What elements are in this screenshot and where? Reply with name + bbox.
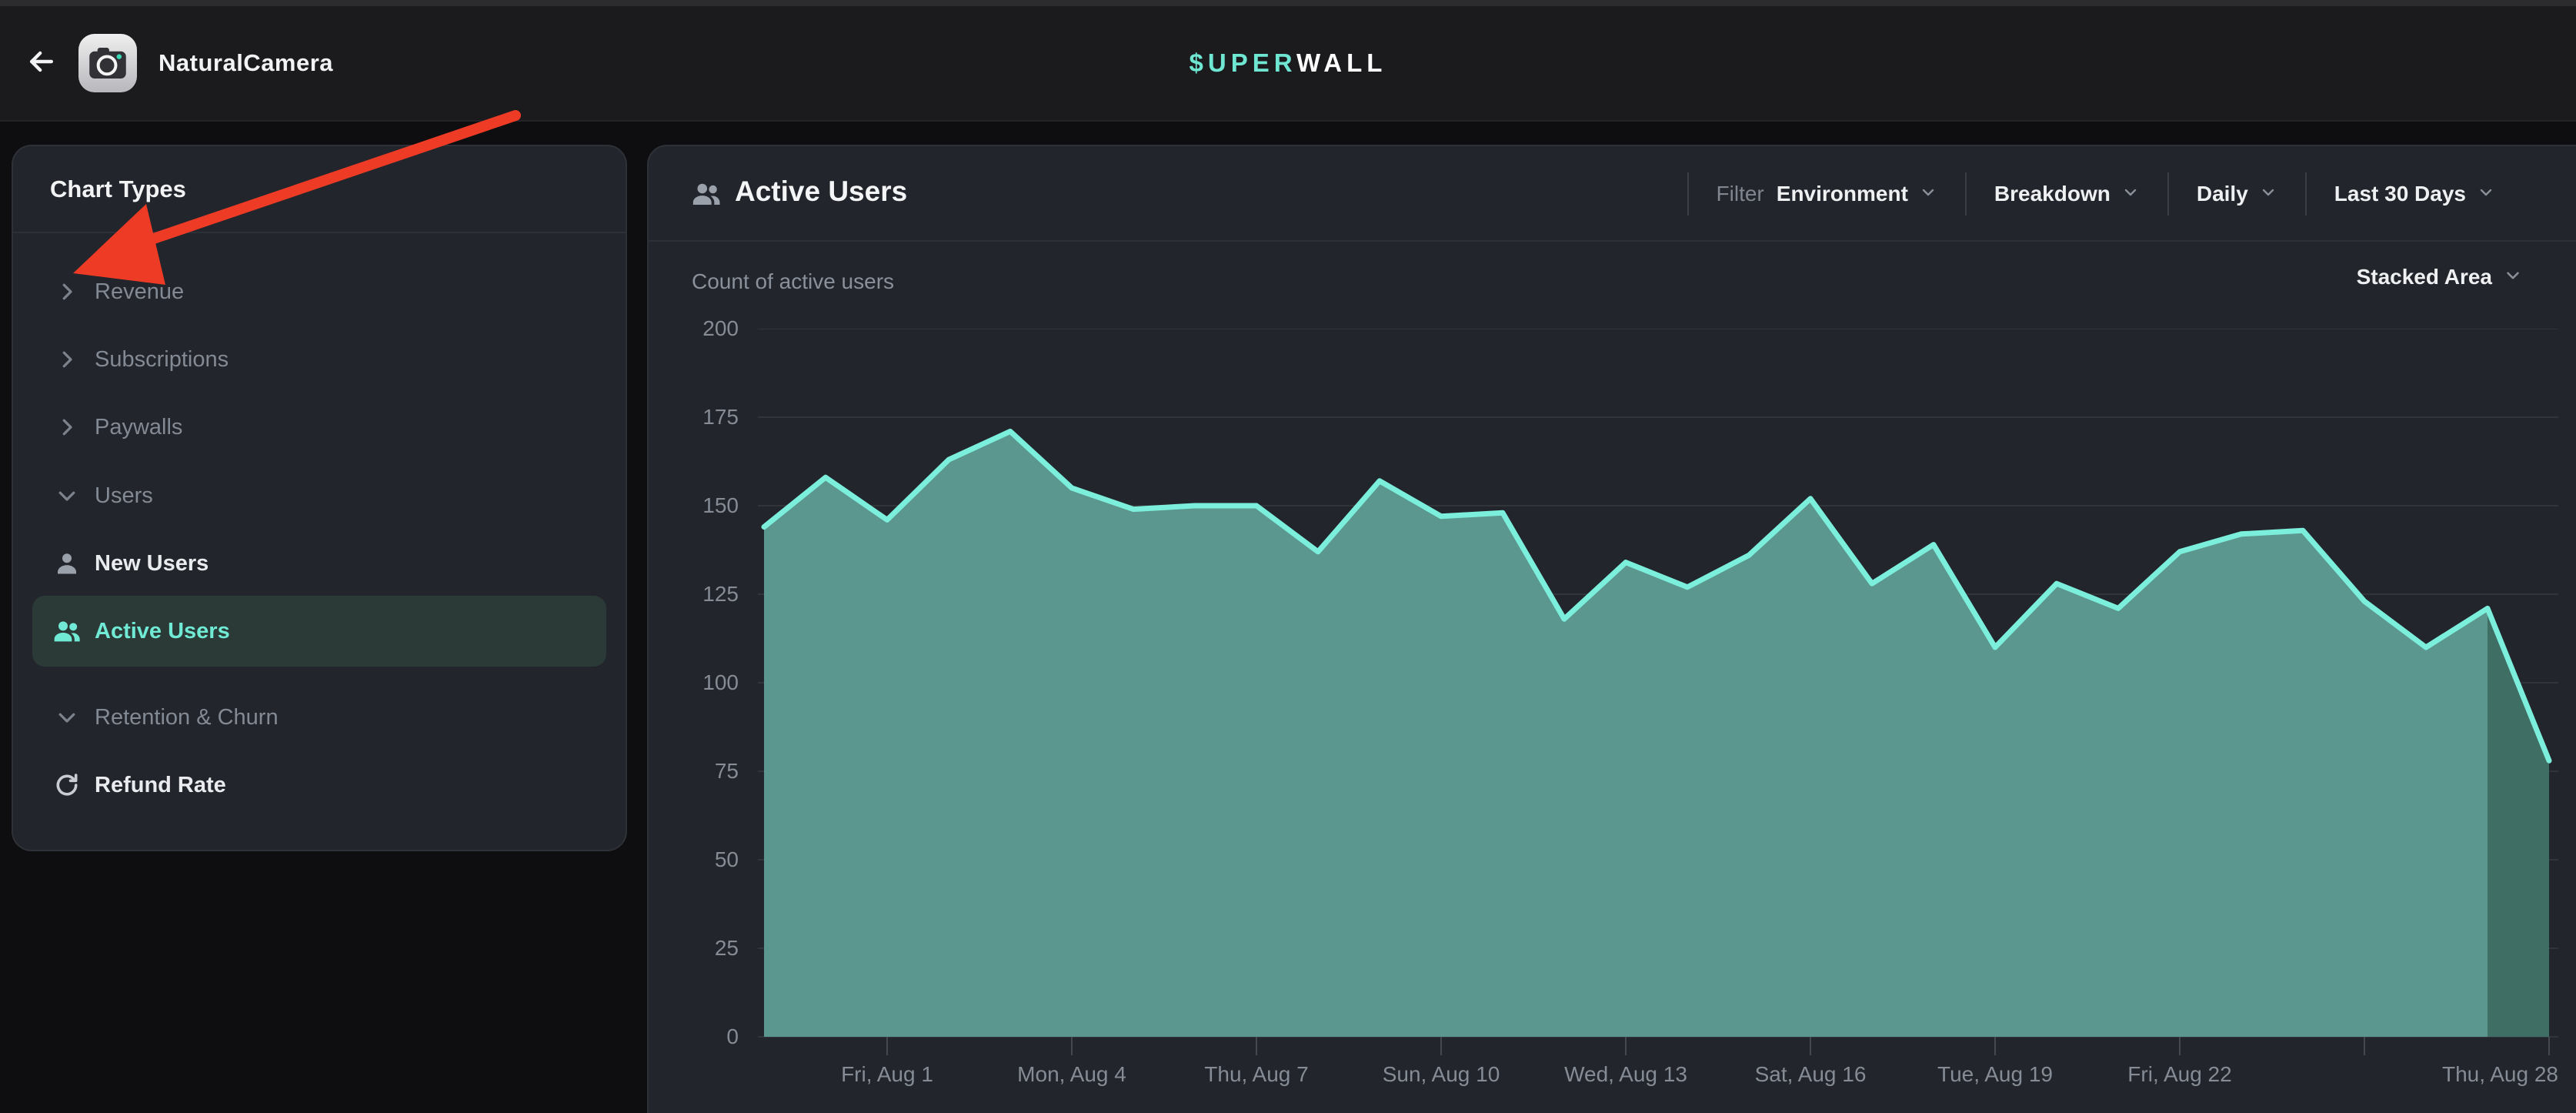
breakdown-dropdown[interactable]: Breakdown [1965, 172, 2167, 216]
sidebar-divider [13, 232, 626, 233]
chevron-down-icon [50, 700, 84, 734]
sidebar-title: Chart Types [50, 175, 186, 203]
y-axis-label: 175 [650, 402, 739, 433]
y-axis-label: 100 [650, 667, 739, 698]
chart-subtitle: Count of active users [692, 269, 894, 294]
sidebar-item-new-users[interactable]: New Users [32, 530, 606, 597]
app-icon-camera [78, 34, 137, 92]
logo-rest-text: WALL [1296, 48, 1386, 77]
window-top-strip [0, 0, 2576, 6]
panel-divider [649, 240, 2576, 242]
filter-value: Last 30 Days [2334, 182, 2466, 206]
chevron-down-icon [2477, 183, 2495, 206]
chevron-down-icon [2503, 266, 2523, 289]
filters-bar: Filter Environment Breakdown Daily Last … [1687, 168, 2523, 220]
plot-svg [758, 329, 2558, 1075]
users-icon [690, 178, 722, 210]
chevron-down-icon [2259, 183, 2277, 206]
x-axis-label: Wed, Aug 13 [1564, 1062, 1687, 1087]
app-name: NaturalCamera [158, 49, 333, 77]
sidebar-item-label: New Users [95, 551, 209, 577]
chevron-down-icon [1919, 183, 1937, 206]
user-icon [50, 546, 84, 580]
x-axis-label: Thu, Aug 7 [1204, 1062, 1308, 1087]
sidebar-item-active-users[interactable]: Active Users [32, 596, 606, 667]
chevron-down-icon [2121, 183, 2140, 206]
x-axis-label: Tue, Aug 19 [1937, 1062, 2053, 1087]
sidebar-item-label: Users [95, 483, 153, 509]
sidebar-item-subscriptions[interactable]: Subscriptions [32, 326, 606, 393]
chart-type-value: Stacked Area [2357, 265, 2492, 289]
chevron-right-icon [50, 410, 84, 444]
sidebar-item-label: Active Users [95, 619, 230, 644]
superwall-logo: $UPERWALL [1190, 48, 1387, 78]
panel-title: Active Users [735, 175, 907, 208]
sidebar-item-label: Refund Rate [95, 773, 226, 798]
back-button[interactable] [18, 40, 65, 86]
x-axis-label: Fri, Aug 1 [841, 1062, 933, 1087]
y-axis-label: 50 [650, 844, 739, 875]
sidebar-item-revenue[interactable]: Revenue [32, 258, 606, 326]
chevron-right-icon [50, 343, 84, 376]
y-axis-label: 25 [650, 933, 739, 964]
chevron-down-icon [50, 479, 84, 513]
users-icon [50, 614, 84, 648]
y-axis-label: 200 [650, 313, 739, 344]
chart-types-sidebar: Chart Types Revenue Subscriptions Paywal… [12, 145, 627, 851]
y-axis-label: 75 [650, 756, 739, 787]
x-axis-label: Sun, Aug 10 [1383, 1062, 1500, 1087]
sidebar-item-label: Subscriptions [95, 347, 229, 373]
sidebar-item-retention-churn[interactable]: Retention & Churn [32, 684, 606, 751]
y-axis-label: 0 [650, 1021, 739, 1052]
app-root: NaturalCamera $UPERWALL Chart Types Reve… [0, 0, 2576, 1113]
filter-value: Daily [2197, 182, 2248, 206]
x-axis-label: Thu, Aug 28 [2442, 1062, 2558, 1087]
sidebar-item-label: Revenue [95, 279, 184, 305]
y-axis-labels: 0255075100125150175200 [650, 329, 739, 1037]
chevron-right-icon [50, 275, 84, 309]
refresh-icon [50, 768, 84, 802]
sidebar-item-users[interactable]: Users [32, 462, 606, 530]
filter-environment-dropdown[interactable]: Filter Environment [1687, 172, 1965, 216]
sidebar-item-paywalls[interactable]: Paywalls [32, 393, 606, 461]
sidebar-item-label: Retention & Churn [95, 705, 279, 730]
filter-value: Environment [1777, 182, 1908, 206]
x-axis-label: Mon, Aug 4 [1017, 1062, 1126, 1087]
back-arrow-icon [25, 45, 58, 82]
top-bar: NaturalCamera $UPERWALL [0, 6, 2576, 122]
logo-accent-text: $UPER [1190, 48, 1296, 77]
date-range-dropdown[interactable]: Last 30 Days [2305, 172, 2523, 216]
x-axis-label: Fri, Aug 22 [2127, 1062, 2231, 1087]
x-axis-label: Sat, Aug 16 [1755, 1062, 1867, 1087]
interval-dropdown[interactable]: Daily [2167, 172, 2305, 216]
y-axis-label: 150 [650, 490, 739, 521]
filter-prefix-label: Filter [1717, 182, 1764, 206]
sidebar-item-label: Paywalls [95, 415, 182, 440]
y-axis-label: 125 [650, 579, 739, 610]
x-axis-labels: Fri, Aug 1 Mon, Aug 4 Thu, Aug 7 Sun, Aug 1… [758, 1062, 2558, 1096]
sidebar-item-refund-rate[interactable]: Refund Rate [32, 751, 606, 819]
chart-type-dropdown[interactable]: Stacked Area [2357, 265, 2523, 289]
filter-value: Breakdown [1994, 182, 2111, 206]
